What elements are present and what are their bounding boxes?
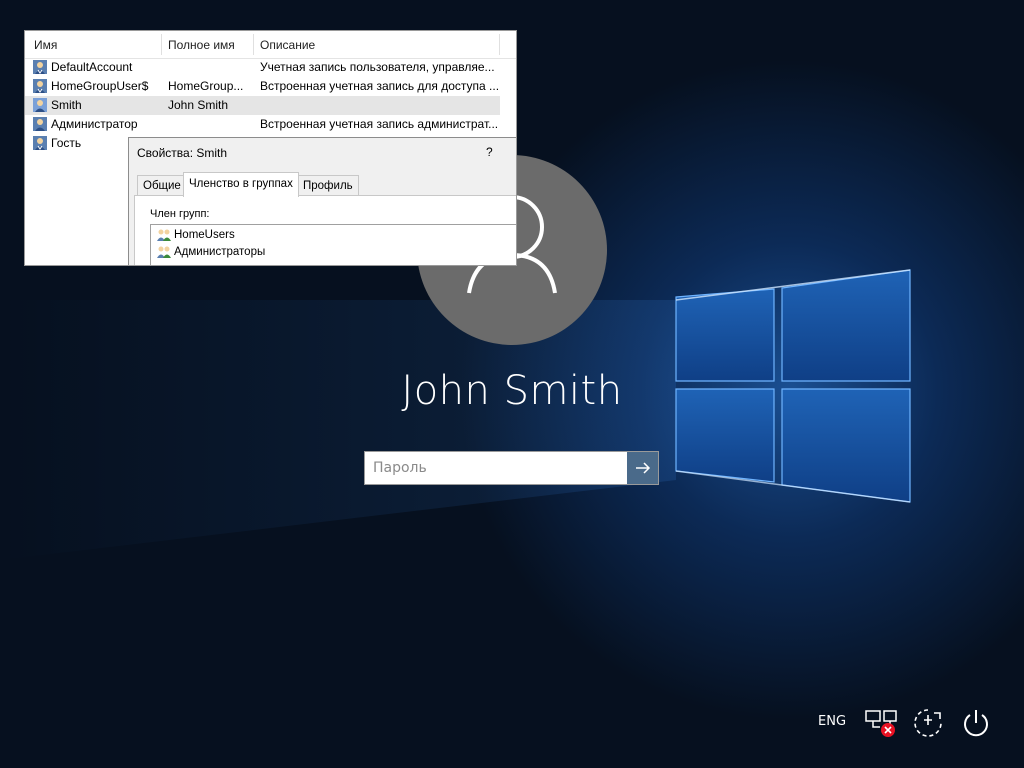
group-icon (156, 244, 172, 260)
user-full-name-cell: John Smith (168, 98, 229, 112)
column-header-full-name[interactable]: Полное имя (168, 38, 235, 52)
user-description-cell: Встроенная учетная запись для доступа ..… (260, 79, 500, 93)
user-account-icon (32, 59, 48, 75)
user-name-cell: Гость (51, 136, 82, 150)
power-button[interactable] (960, 707, 992, 743)
user-name-cell: Администратор (51, 117, 138, 131)
user-name-cell: HomeGroupUser$ (51, 79, 149, 93)
arrow-right-icon (635, 462, 650, 474)
help-button[interactable]: ? (486, 145, 493, 159)
user-description-cell: Встроенная учетная запись администрат... (260, 117, 499, 131)
group-name: Администраторы (174, 246, 266, 258)
tab-member-of[interactable]: Членство в группах (183, 172, 299, 197)
user-row[interactable]: Администратор Встроенная учетная запись … (25, 115, 500, 134)
tab-profile[interactable]: Профиль (297, 175, 359, 196)
user-name-cell: DefaultAccount (51, 60, 133, 74)
ease-of-access-button[interactable] (912, 707, 944, 743)
user-account-icon (32, 116, 48, 132)
user-row[interactable]: DefaultAccount Учетная запись пользовате… (25, 58, 500, 77)
user-full-name-cell: HomeGroup... (168, 79, 244, 93)
group-list[interactable]: HomeUsers Администраторы (150, 224, 516, 265)
user-account-icon (32, 97, 48, 113)
tab-general[interactable]: Общие (137, 175, 187, 196)
password-box (364, 451, 659, 485)
language-indicator[interactable]: ENG (818, 714, 846, 729)
user-row-selected[interactable]: Smith John Smith (25, 96, 500, 115)
user-account-icon (32, 78, 48, 94)
network-disconnected-icon (865, 710, 897, 737)
user-properties-dialog: Свойства: Smith ? Общие Членство в групп… (128, 137, 516, 265)
users-list-header: Имя Полное имя Описание (25, 31, 516, 59)
user-row[interactable]: HomeGroupUser$ HomeGroup... Встроенная у… (25, 77, 500, 96)
group-name: HomeUsers (174, 229, 235, 241)
network-button[interactable] (864, 709, 898, 743)
member-of-pane: Член групп: HomeUsers Администраторы (134, 195, 516, 265)
dialog-title: Свойства: Smith (137, 146, 228, 160)
ease-of-access-icon (914, 709, 942, 737)
group-icon (156, 227, 172, 243)
user-display-name: John Smith (401, 368, 623, 414)
column-header-name[interactable]: Имя (34, 38, 57, 52)
user-name-cell: Smith (51, 98, 82, 112)
column-header-description[interactable]: Описание (260, 38, 315, 52)
submit-button[interactable] (627, 452, 658, 484)
local-users-window: Имя Полное имя Описание DefaultAccount У… (24, 30, 517, 266)
user-description-cell: Учетная запись пользователя, управляе... (260, 60, 495, 74)
password-input[interactable] (365, 452, 627, 484)
power-icon (964, 710, 988, 737)
user-account-icon (32, 135, 48, 151)
member-of-label: Член групп: (150, 208, 210, 220)
